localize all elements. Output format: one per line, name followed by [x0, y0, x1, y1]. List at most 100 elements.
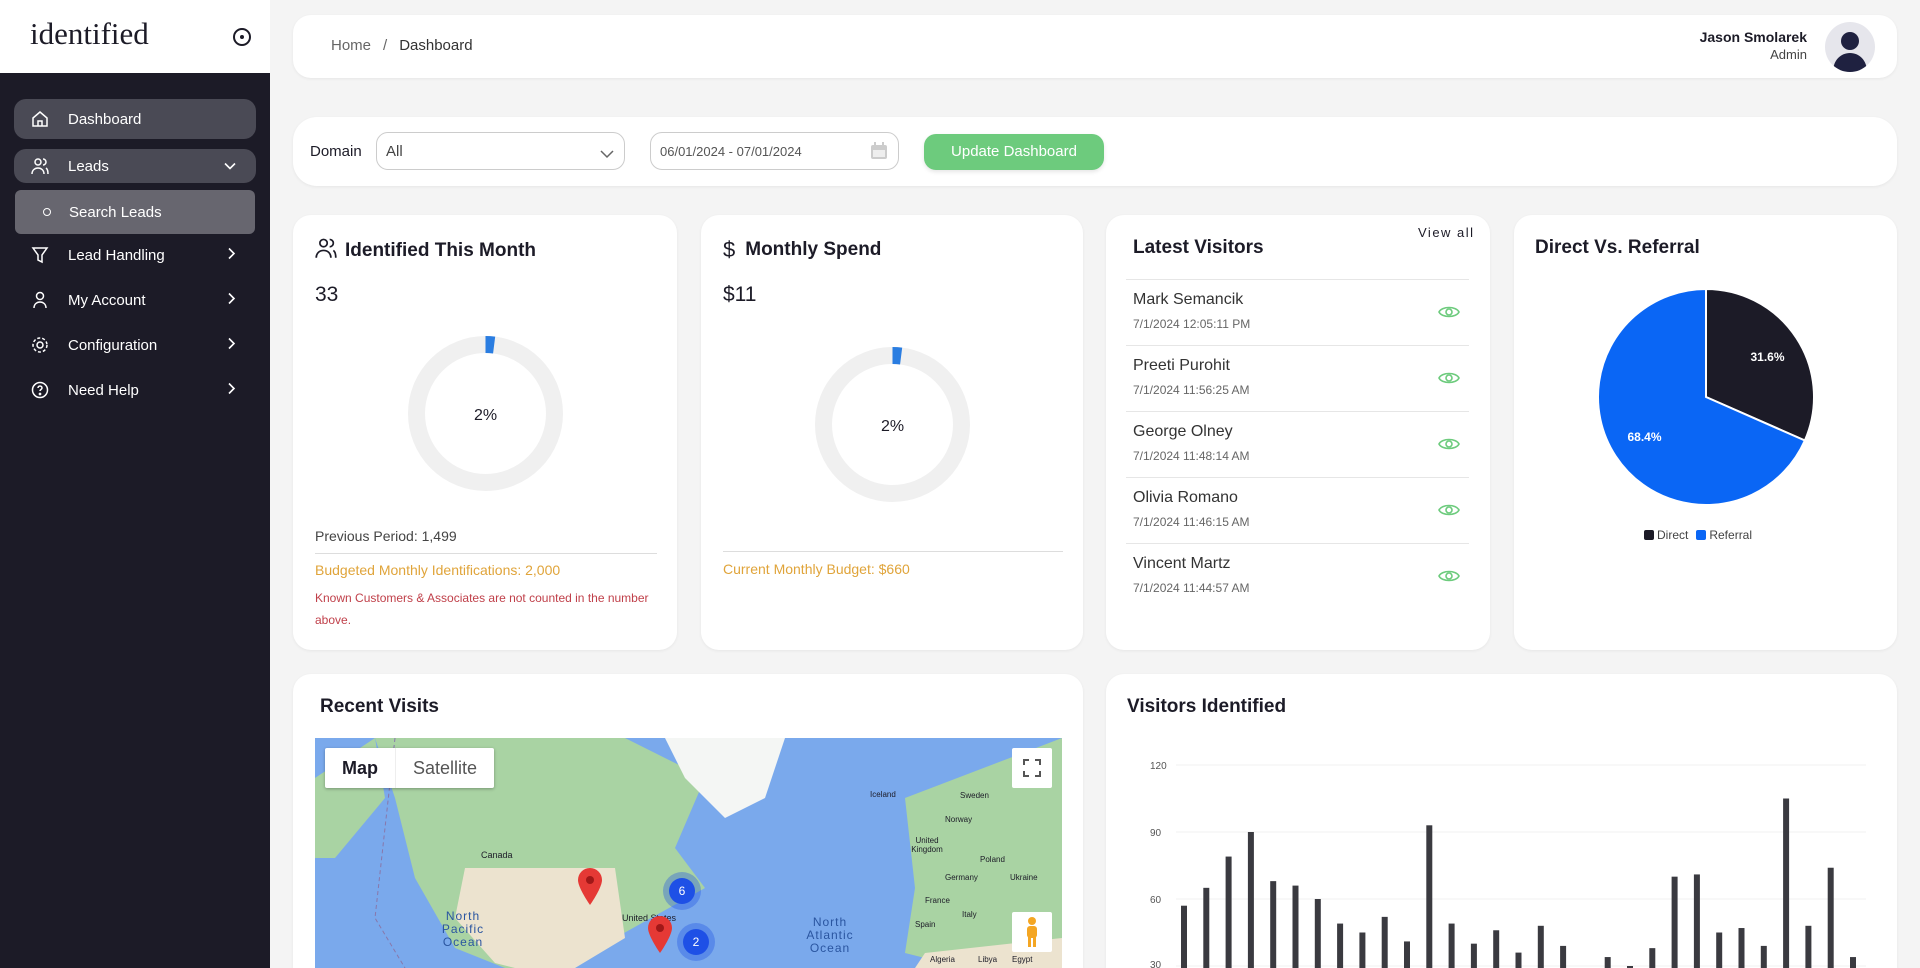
bar[interactable]	[1760, 945, 1767, 968]
sidebar-item-lead-handling[interactable]: Lead Handling	[14, 235, 256, 275]
eye-icon[interactable]	[1438, 436, 1460, 457]
sidebar	[0, 0, 270, 968]
bar[interactable]	[1783, 798, 1790, 968]
bar[interactable]	[1560, 945, 1567, 968]
y-tick-label: 120	[1150, 761, 1167, 772]
eye-icon[interactable]	[1438, 304, 1460, 325]
chevron-right-icon	[228, 292, 236, 309]
map[interactable]: Canada United States North Pacific Ocean…	[315, 738, 1062, 968]
update-dashboard-button[interactable]: Update Dashboard	[924, 134, 1104, 170]
identified-card: Identified This Month 33 2% Previous Per…	[293, 215, 677, 650]
visitor-date: 7/1/2024 11:56:25 AM	[1133, 383, 1250, 397]
domain-label: Domain	[310, 143, 362, 160]
breadcrumb-current: Dashboard	[399, 37, 473, 54]
pie-data-label: 68.4%	[1627, 430, 1661, 444]
domain-select[interactable]: All	[376, 132, 625, 170]
sidebar-item-label: Need Help	[68, 381, 139, 399]
breadcrumb: Home / Dashboard	[331, 37, 473, 54]
visitor-name: Preeti Purohit	[1133, 357, 1230, 374]
map-label: Italy	[962, 910, 977, 919]
visitor-row[interactable]: Mark Semancik 7/1/2024 12:05:11 PM	[1126, 280, 1469, 345]
bar[interactable]	[1649, 948, 1656, 968]
bar[interactable]	[1359, 932, 1366, 968]
bar[interactable]	[1314, 899, 1321, 968]
eye-icon[interactable]	[1438, 568, 1460, 589]
card-header: $ Monthly Spend	[723, 237, 881, 263]
current-monthly-budget: Current Monthly Budget: $660	[723, 561, 910, 577]
bar[interactable]	[1292, 885, 1299, 968]
visitor-row[interactable]: Olivia Romano 7/1/2024 11:46:15 AM	[1126, 478, 1469, 543]
bar[interactable]	[1470, 943, 1477, 968]
fullscreen-button[interactable]	[1012, 748, 1052, 788]
bar[interactable]	[1850, 957, 1856, 968]
bar[interactable]	[1247, 832, 1254, 968]
visitor-date: 7/1/2024 11:46:15 AM	[1133, 515, 1250, 529]
sidebar-item-label: Dashboard	[68, 110, 142, 128]
legend-direct[interactable]: Direct	[1644, 528, 1688, 542]
bar[interactable]	[1270, 881, 1277, 968]
map-label: Egypt	[1012, 955, 1033, 964]
map-marker-pin[interactable]	[647, 916, 673, 959]
visitor-row[interactable]: Preeti Purohit 7/1/2024 11:56:25 AM	[1126, 346, 1469, 411]
bar[interactable]	[1805, 925, 1812, 968]
eye-icon[interactable]	[1438, 502, 1460, 523]
sidebar-item-configuration[interactable]: Configuration	[14, 325, 256, 365]
visitor-name: Mark Semancik	[1133, 291, 1244, 308]
sidebar-item-dashboard[interactable]: Dashboard	[14, 99, 256, 139]
bar[interactable]	[1671, 876, 1678, 968]
sidebar-item-need-help[interactable]: Need Help	[14, 370, 256, 410]
bar[interactable]	[1515, 952, 1522, 968]
map-type-satellite-button[interactable]: Satellite	[396, 748, 494, 788]
toggle-sidebar-icon[interactable]	[233, 28, 251, 46]
sidebar-item-label: Search Leads	[69, 203, 162, 221]
bar[interactable]	[1381, 916, 1388, 968]
bar[interactable]	[1225, 856, 1232, 968]
bar[interactable]	[1827, 867, 1834, 968]
cluster-count: 6	[669, 878, 695, 904]
bar[interactable]	[1493, 930, 1500, 968]
pie-data-label: 31.6%	[1750, 350, 1784, 364]
bar[interactable]	[1537, 925, 1544, 968]
visitor-row[interactable]: Vincent Martz 7/1/2024 11:44:57 AM	[1126, 544, 1469, 609]
sidebar-item-leads[interactable]: Leads	[14, 149, 256, 183]
identified-value: 33	[315, 283, 339, 306]
avatar[interactable]	[1825, 22, 1875, 72]
legend-referral[interactable]: Referral	[1696, 528, 1752, 542]
sidebar-item-my-account[interactable]: My Account	[14, 280, 256, 320]
sidebar-item-search-leads[interactable]: Search Leads	[15, 190, 255, 234]
bar[interactable]	[1738, 928, 1745, 968]
user-info[interactable]: Jason Smolarek Admin	[1700, 29, 1807, 62]
eye-icon[interactable]	[1438, 370, 1460, 391]
card-title: Monthly Spend	[745, 239, 882, 260]
recent-visits-card: Recent Visits Canada United States North…	[293, 674, 1083, 968]
bar[interactable]	[1448, 923, 1455, 968]
bar[interactable]	[1404, 941, 1410, 968]
visitor-row[interactable]: George Olney 7/1/2024 11:48:14 AM	[1126, 412, 1469, 477]
direct-vs-referral-card: Direct Vs. Referral 31.6% 68.4% Direct Re…	[1514, 215, 1897, 650]
map-type-map-button[interactable]: Map	[325, 748, 396, 788]
latest-visitors-card: Latest Visitors View all Mark Semancik 7…	[1106, 215, 1490, 650]
visitor-date: 7/1/2024 11:44:57 AM	[1133, 581, 1250, 595]
bar[interactable]	[1337, 923, 1344, 968]
map-cluster[interactable]: 2	[677, 923, 715, 961]
map-label: Canada	[481, 850, 513, 860]
previous-period: Previous Period: 1,499	[315, 528, 457, 544]
calendar-icon[interactable]	[870, 142, 888, 163]
bar[interactable]	[1203, 887, 1210, 968]
map-marker-pin[interactable]	[577, 868, 603, 911]
map-label: Iceland	[870, 790, 896, 799]
header-bar: Home / Dashboard Jason Smolarek Admin	[293, 15, 1897, 78]
breadcrumb-home[interactable]: Home	[331, 37, 371, 54]
view-all-link[interactable]: View all	[1418, 225, 1475, 240]
circle-icon	[43, 208, 51, 216]
bar[interactable]	[1716, 932, 1723, 968]
date-range-input[interactable]: 06/01/2024 - 07/01/2024	[650, 132, 899, 170]
bar[interactable]	[1181, 905, 1187, 968]
logo-area: identified	[0, 0, 270, 73]
street-view-pegman[interactable]	[1012, 912, 1052, 952]
budgeted-identifications: Budgeted Monthly Identifications: 2,000	[315, 562, 561, 578]
bar[interactable]	[1693, 874, 1700, 968]
map-cluster[interactable]: 6	[663, 872, 701, 910]
bar[interactable]	[1426, 825, 1433, 968]
bar[interactable]	[1604, 957, 1611, 968]
